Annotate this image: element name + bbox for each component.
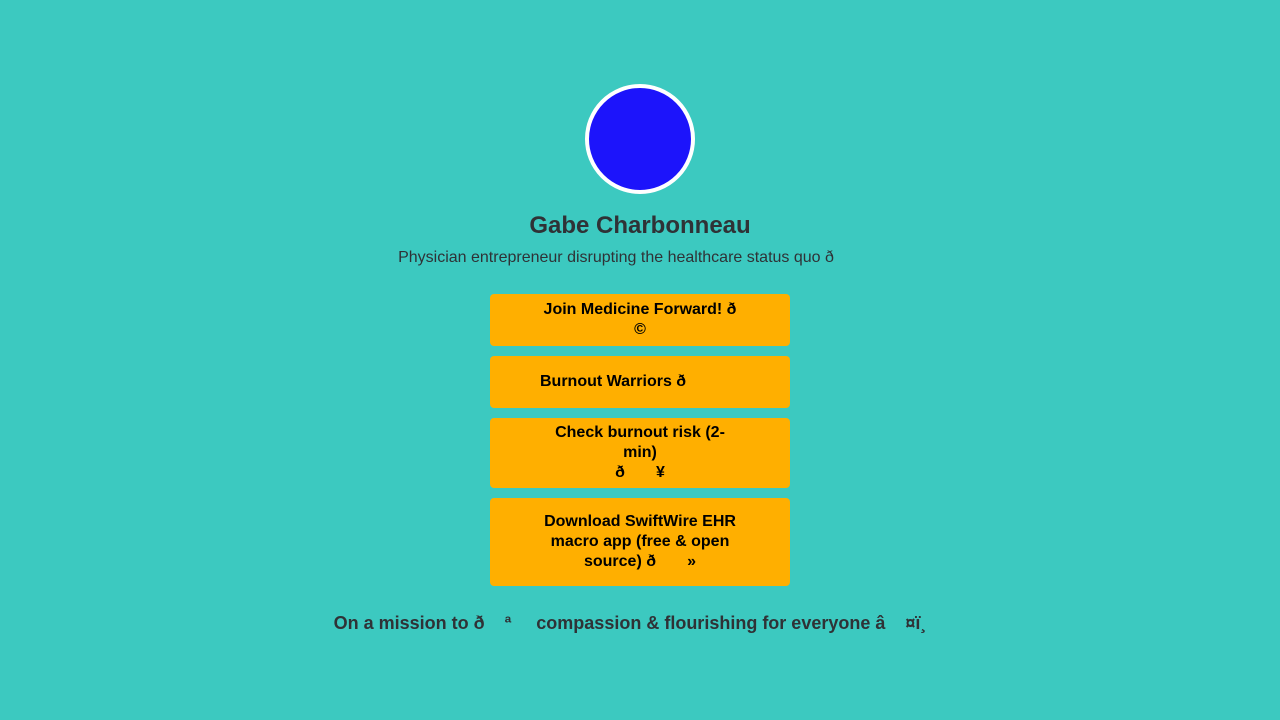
link-label: Join Medicine Forward! ð © (543, 301, 768, 338)
avatar (585, 84, 695, 194)
profile-page: Gabe Charbonneau Physician entrepreneur … (0, 0, 1280, 720)
profile-bio: Physician entrepreneur disrupting the he… (398, 249, 834, 266)
link-button-swiftwire-download[interactable]: Download SwiftWire EHR macro app (free &… (490, 498, 790, 586)
link-label: Burnout Warriors ð (540, 373, 758, 390)
link-button-burnout-risk[interactable]: Check burnout risk (2-min) ð ¥ (490, 418, 790, 488)
link-label: Download SwiftWire EHR macro app (free &… (544, 513, 741, 570)
link-button-burnout-warriors[interactable]: Burnout Warriors ð (490, 356, 790, 408)
link-label: Check burnout risk (2-min) ð ¥ (555, 424, 725, 481)
profile-name: Gabe Charbonneau (529, 212, 751, 239)
mission-statement: On a mission to ð ª compassion & flouris… (333, 613, 927, 633)
link-list: Join Medicine Forward! ð © Burnout Warri… (490, 294, 790, 596)
link-button-medicine-forward[interactable]: Join Medicine Forward! ð © (490, 294, 790, 346)
